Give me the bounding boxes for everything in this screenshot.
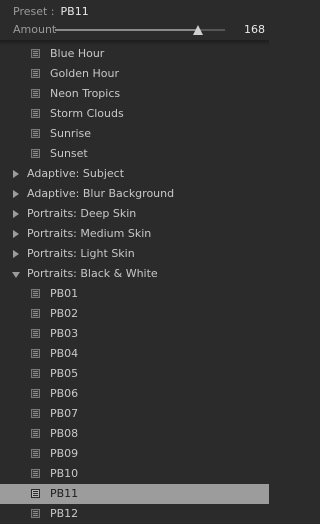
preset-label: PB03 xyxy=(50,327,79,340)
preset-icon xyxy=(31,49,40,58)
preset-label: PB08 xyxy=(50,427,79,440)
preset-icon xyxy=(31,369,40,378)
preset-label: Portraits: Black & White xyxy=(27,267,158,280)
disclosure-closed-icon[interactable] xyxy=(13,190,19,198)
preset-icon xyxy=(31,469,40,478)
preset-icon xyxy=(31,149,40,158)
preset-item[interactable]: PB12 xyxy=(0,504,269,524)
preset-item[interactable]: PB08 xyxy=(0,424,269,444)
amount-slider[interactable] xyxy=(55,25,225,35)
preset-label: Adaptive: Blur Background xyxy=(27,187,175,200)
amount-label: Amount xyxy=(13,23,57,36)
preset-icon xyxy=(31,69,40,78)
preset-item[interactable]: Sunset xyxy=(0,144,269,164)
preset-icon xyxy=(31,309,40,318)
preset-item-selected[interactable]: PB11 xyxy=(0,484,269,504)
preset-item[interactable]: PB05 xyxy=(0,364,269,384)
preset-icon xyxy=(31,109,40,118)
preset-item[interactable]: Golden Hour xyxy=(0,64,269,84)
preset-label: PB02 xyxy=(50,307,79,320)
preset-item[interactable]: PB06 xyxy=(0,384,269,404)
preset-row: Preset : PB11 xyxy=(13,5,89,19)
header-divider xyxy=(0,40,269,46)
preset-list: Blue Hour Golden Hour Neon Tropics Storm Cl… xyxy=(0,44,269,524)
preset-icon xyxy=(31,329,40,338)
preset-icon xyxy=(31,449,40,458)
preset-value: PB11 xyxy=(60,5,89,18)
preset-item[interactable]: PB02 xyxy=(0,304,269,324)
preset-label: Portraits: Deep Skin xyxy=(27,207,137,220)
preset-label: PB11 xyxy=(50,487,79,500)
preset-label: Neon Tropics xyxy=(50,87,121,100)
amount-slider-thumb[interactable] xyxy=(192,25,203,35)
preset-label: Adaptive: Subject xyxy=(27,167,125,180)
preset-icon xyxy=(31,429,40,438)
preset-item[interactable]: Sunrise xyxy=(0,124,269,144)
preset-icon xyxy=(31,489,40,498)
preset-label: PB07 xyxy=(50,407,79,420)
preset-item[interactable]: PB07 xyxy=(0,404,269,424)
preset-label: Preset : xyxy=(13,5,55,18)
preset-group[interactable]: Portraits: Deep Skin xyxy=(0,204,269,224)
preset-item[interactable]: PB09 xyxy=(0,444,269,464)
preset-label: PB04 xyxy=(50,347,79,360)
disclosure-closed-icon[interactable] xyxy=(13,250,19,258)
preset-label: PB09 xyxy=(50,447,79,460)
preset-group[interactable]: Adaptive: Blur Background xyxy=(0,184,269,204)
preset-item[interactable]: PB04 xyxy=(0,344,269,364)
preset-icon xyxy=(31,409,40,418)
preset-label: PB01 xyxy=(50,287,79,300)
disclosure-closed-icon[interactable] xyxy=(13,230,19,238)
preset-item[interactable]: Blue Hour xyxy=(0,44,269,64)
preset-label: Blue Hour xyxy=(50,47,105,60)
preset-label: PB06 xyxy=(50,387,79,400)
preset-item[interactable]: Neon Tropics xyxy=(0,84,269,104)
preset-label: Storm Clouds xyxy=(50,107,124,120)
preset-label: PB05 xyxy=(50,367,79,380)
preset-icon xyxy=(31,389,40,398)
disclosure-closed-icon[interactable] xyxy=(13,210,19,218)
preset-label: Sunrise xyxy=(50,127,92,140)
preset-group[interactable]: Portraits: Light Skin xyxy=(0,244,269,264)
preset-icon xyxy=(31,289,40,298)
preset-label: Portraits: Medium Skin xyxy=(27,227,152,240)
preset-icon xyxy=(31,129,40,138)
amount-row: Amount 168 xyxy=(13,23,265,37)
preset-icon xyxy=(31,349,40,358)
preset-item[interactable]: PB01 xyxy=(0,284,269,304)
preset-icon xyxy=(31,509,40,518)
preset-label: Portraits: Light Skin xyxy=(27,247,135,260)
disclosure-open-icon[interactable] xyxy=(12,272,20,278)
preset-group[interactable]: Portraits: Black & White xyxy=(0,264,269,284)
preset-icon xyxy=(31,89,40,98)
preset-group[interactable]: Portraits: Medium Skin xyxy=(0,224,269,244)
preset-item[interactable]: PB10 xyxy=(0,464,269,484)
preset-item[interactable]: PB03 xyxy=(0,324,269,344)
disclosure-closed-icon[interactable] xyxy=(13,170,19,178)
preset-label: PB10 xyxy=(50,467,79,480)
amount-slider-fill xyxy=(55,29,198,31)
preset-label: Golden Hour xyxy=(50,67,120,80)
preset-group[interactable]: Adaptive: Subject xyxy=(0,164,269,184)
preset-item[interactable]: Storm Clouds xyxy=(0,104,269,124)
amount-value[interactable]: 168 xyxy=(244,23,265,37)
preset-label: PB12 xyxy=(50,507,79,520)
preset-header: Preset : PB11 Amount 168 xyxy=(0,0,269,40)
preset-label: Sunset xyxy=(50,147,88,160)
